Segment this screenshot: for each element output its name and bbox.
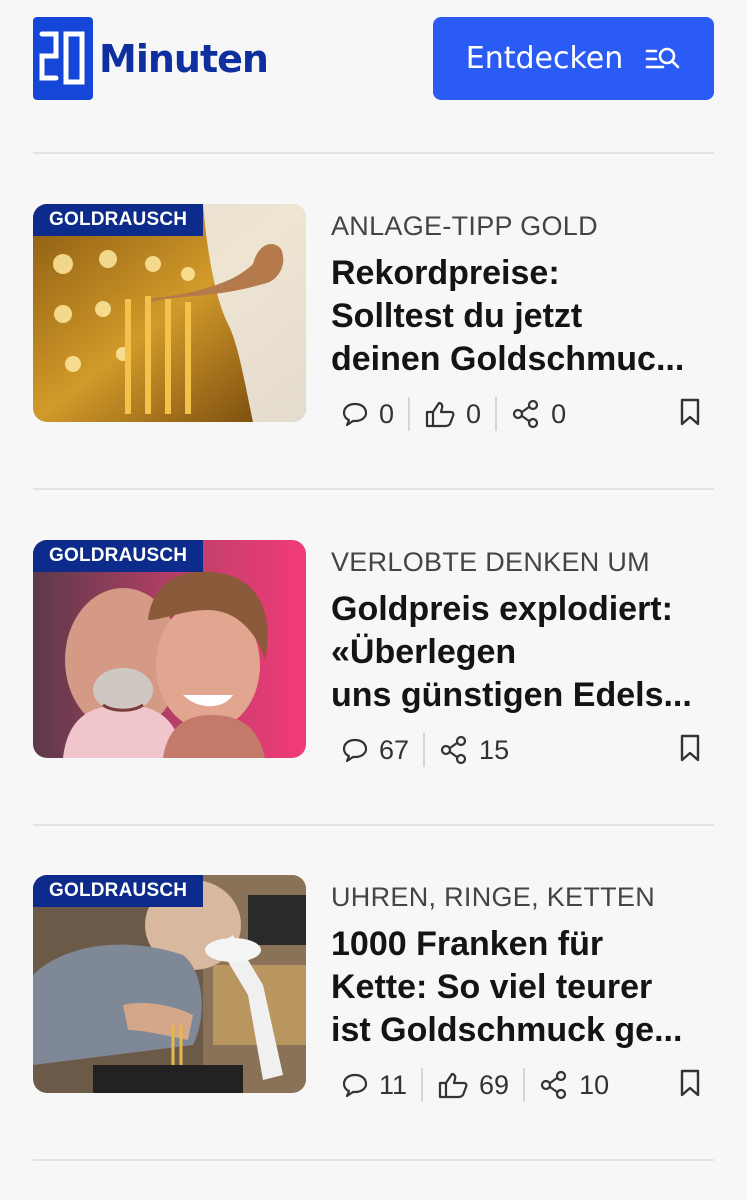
divider: [33, 1159, 714, 1161]
logo[interactable]: Minuten: [33, 17, 269, 100]
comments-count[interactable]: 0: [341, 399, 394, 430]
article-image[interactable]: GOLDRAUSCH: [33, 875, 306, 1093]
comments-value: 0: [379, 398, 395, 429]
category-badge: GOLDRAUSCH: [33, 875, 204, 907]
title-line: 1000 Franken für: [331, 925, 604, 963]
article-meta: 0 0 0: [341, 392, 566, 436]
article-meta: 11 69 10: [341, 1063, 609, 1107]
separator: [423, 733, 426, 767]
likes-value: 69: [479, 1069, 510, 1100]
site-header: Minuten Entdecken: [0, 0, 747, 120]
likes-count[interactable]: 0: [424, 399, 481, 430]
title-line: «Überlegen: [331, 633, 517, 671]
article-text[interactable]: VERLOBTE DENKEN UM Goldpreis explodiert:…: [331, 544, 714, 717]
category-badge: GOLDRAUSCH: [33, 204, 204, 236]
shares-value: 15: [479, 734, 510, 765]
jeweler-photo: [33, 875, 306, 1093]
shares-count[interactable]: 0: [511, 399, 566, 430]
article-image[interactable]: GOLDRAUSCH: [33, 204, 306, 422]
gold-jewelry-photo: [33, 204, 306, 422]
share-icon: [440, 735, 467, 765]
title-line: Rekordpreise:: [331, 254, 560, 292]
search-list-icon: [645, 47, 680, 68]
separator: [523, 1068, 526, 1102]
comments-count[interactable]: 67: [341, 735, 409, 766]
article-meta: 67 15: [341, 728, 509, 772]
divider: [33, 488, 714, 490]
share-icon: [540, 1070, 567, 1100]
title-line: uns günstigen Edels...: [331, 676, 692, 714]
comment-icon: [342, 1073, 368, 1098]
article-card[interactable]: GOLDRAUSCH VERLOBTE DENKEN UM Goldpreis …: [33, 540, 714, 767]
article-card[interactable]: GOLDRAUSCH ANLAGE-TIPP GOLD Rekordpreise…: [33, 204, 714, 431]
separator: [421, 1068, 424, 1102]
likes-value: 0: [466, 398, 482, 429]
article-title[interactable]: Goldpreis explodiert: «Überlegen uns gün…: [331, 588, 714, 717]
comment-icon: [342, 402, 368, 427]
article-card[interactable]: GOLDRAUSCH UHREN, RINGE, KETTEN 1000 Fra…: [33, 875, 714, 1102]
shares-count[interactable]: 15: [439, 735, 509, 766]
title-line: Kette: So viel teurer: [331, 968, 653, 1006]
logo-mark: [33, 17, 93, 100]
shares-value: 10: [579, 1069, 610, 1100]
title-line: ist Goldschmuck ge...: [331, 1011, 683, 1049]
title-line: Solltest du jetzt: [331, 297, 583, 335]
like-icon: [425, 401, 455, 428]
divider: [33, 152, 714, 154]
separator: [408, 397, 411, 431]
article-kicker: ANLAGE-TIPP GOLD: [331, 211, 598, 241]
discover-label: Entdecken: [465, 41, 624, 76]
comments-value: 11: [379, 1069, 408, 1100]
comments-value: 67: [379, 734, 410, 765]
article-image[interactable]: GOLDRAUSCH: [33, 540, 306, 758]
article-text[interactable]: UHREN, RINGE, KETTEN 1000 Franken für Ke…: [331, 879, 714, 1052]
shares-value: 0: [551, 398, 567, 429]
article-title[interactable]: Rekordpreise: Solltest du jetzt deinen G…: [331, 252, 714, 381]
article-title[interactable]: 1000 Franken für Kette: So viel teurer i…: [331, 923, 714, 1052]
logo-number-graphic: [39, 31, 85, 84]
comments-count[interactable]: 11: [341, 1070, 407, 1101]
likes-count[interactable]: 69: [437, 1070, 509, 1101]
logo-text: Minuten: [99, 36, 269, 81]
divider: [33, 824, 714, 826]
like-icon: [438, 1072, 468, 1099]
bookmark-icon[interactable]: [679, 398, 701, 426]
article-kicker: VERLOBTE DENKEN UM: [331, 547, 650, 577]
couple-photo: [33, 540, 306, 758]
category-badge: GOLDRAUSCH: [33, 540, 204, 572]
title-line: Goldpreis explodiert:: [331, 590, 673, 628]
comment-icon: [342, 738, 368, 763]
shares-count[interactable]: 10: [539, 1070, 609, 1101]
share-icon: [512, 399, 539, 429]
separator: [495, 397, 498, 431]
article-kicker: UHREN, RINGE, KETTEN: [331, 882, 656, 912]
discover-button[interactable]: Entdecken: [433, 17, 714, 100]
article-text[interactable]: ANLAGE-TIPP GOLD Rekordpreise: Solltest …: [331, 208, 714, 381]
bookmark-icon[interactable]: [679, 1069, 701, 1097]
bookmark-icon[interactable]: [679, 734, 701, 762]
title-line: deinen Goldschmuc...: [331, 340, 685, 378]
